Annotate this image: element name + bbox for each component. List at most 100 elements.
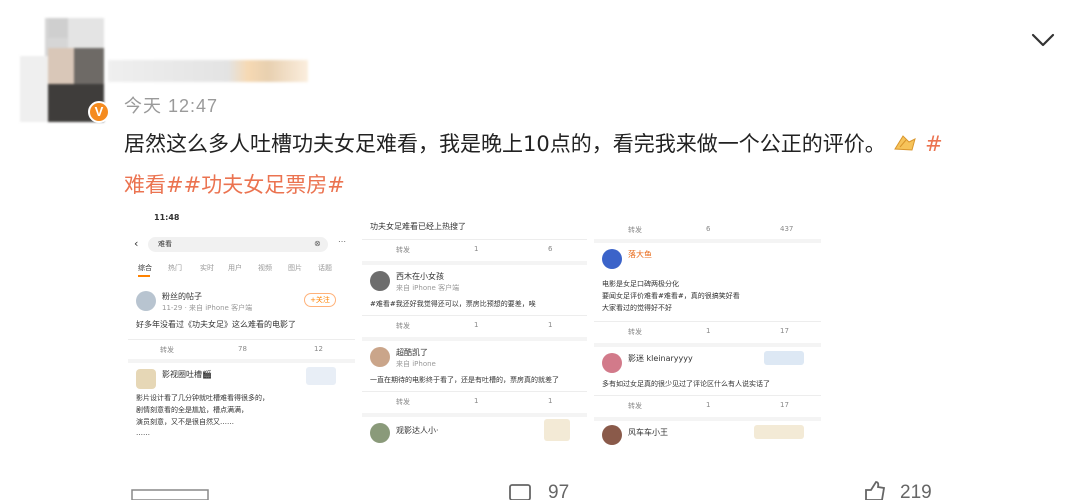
like-count[interactable]: 17: [780, 401, 789, 409]
comment-count[interactable]: 1: [474, 397, 478, 405]
user-name[interactable]: 落大鱼: [628, 249, 652, 260]
comment-card-1[interactable]: 西木在小女孩 来自 iPhone 客户端 #难看#我还好我觉得还可以，票房比预想…: [362, 265, 587, 337]
more-icon[interactable]: ⋯: [338, 237, 346, 246]
thumbnail: [306, 367, 336, 385]
post-meta: 来自 iPhone 客户端: [396, 284, 460, 292]
badge-image: [764, 351, 804, 365]
like-count[interactable]: 437: [780, 225, 793, 233]
avatar[interactable]: [602, 425, 622, 445]
user-name[interactable]: 观影达人小·: [396, 425, 439, 436]
repost-button[interactable]: 转发: [396, 321, 410, 331]
divider: [594, 321, 821, 322]
like-count[interactable]: 219: [900, 482, 932, 504]
avatar[interactable]: [370, 423, 390, 443]
comment-line-3: 大家看过的觉得好不好: [602, 304, 672, 312]
tab-indicator: [138, 275, 150, 277]
search-value: 难看: [158, 240, 172, 248]
divider: [128, 339, 355, 340]
user-name[interactable]: 西木在小女孩: [396, 271, 444, 282]
clear-icon[interactable]: ⊗: [314, 239, 321, 248]
like-count[interactable]: 17: [780, 327, 789, 335]
result-card-2[interactable]: 影视圈吐槽🎬 影片设计看了几分钟就吐槽难看得很多的， 剧情刻意看的全是尴尬，槽点…: [128, 363, 355, 445]
repost-button[interactable]: 转发: [628, 225, 642, 235]
back-icon[interactable]: ‹: [134, 237, 138, 250]
post-text-line-2: 剧情刻意看的全是尴尬，槽点满满，: [136, 406, 248, 414]
tab-5[interactable]: 图片: [288, 263, 302, 273]
comment-line-1: 电影是女足口碑两极分化: [602, 280, 679, 288]
avatar[interactable]: [602, 249, 622, 269]
comment-text: #难看#我还好我觉得还可以，票房比预想的要差，唉: [370, 300, 536, 308]
comment-line-2: 要闻女足评价难看#难看#，真的很搞笑好看: [602, 292, 740, 300]
comment-count[interactable]: 1: [474, 321, 478, 329]
comment-card-2[interactable]: 超酷凯了 来自 iPhone 一直在期待的电影终于看了，还是有吐槽的，票房真的就…: [362, 341, 587, 413]
like-count[interactable]: 1: [548, 321, 552, 329]
like-count[interactable]: 6: [548, 245, 552, 253]
tab-4[interactable]: 视频: [258, 263, 272, 273]
comment-count[interactable]: 78: [238, 345, 247, 353]
screenshot-3[interactable]: 转发 6 437 落大鱼 电影是女足口碑两极分化 要闻女足评价难看#难看#，真的…: [594, 213, 821, 445]
verified-badge-icon: V: [88, 101, 110, 123]
post-action-bar: 97 219: [0, 478, 1080, 503]
avatar[interactable]: [370, 271, 390, 291]
repost-button[interactable]: 转发: [628, 327, 642, 337]
user-name[interactable]: 粉丝的帖子: [162, 291, 202, 302]
user-name[interactable]: 风车车小王: [628, 427, 668, 438]
post-text: 居然这么多人吐槽功夫女足难看，我是晚上10点的，看完我来做一个公正的评价。 # …: [124, 124, 1054, 206]
tab-1[interactable]: 热门: [168, 263, 182, 273]
comment-card-2[interactable]: 影迷 kleinaryyyy 多有如过女足真的很少见过了评论区什么有人说实话了 …: [594, 347, 821, 417]
sticker-image: [544, 419, 570, 441]
comment-card-1[interactable]: 落大鱼 电影是女足口碑两极分化 要闻女足评价难看#难看#，真的很搞笑好看 大家看…: [594, 243, 821, 343]
action-bar: 转发 6 437: [594, 213, 821, 239]
search-input[interactable]: 难看: [148, 237, 328, 252]
post-time: 今天 12:47: [124, 96, 219, 116]
post-text-line-1: 影片设计看了几分钟就吐槽难看得很多的，: [136, 394, 269, 402]
divider: [362, 239, 587, 240]
repost-button[interactable]: 转发: [396, 397, 410, 407]
tab-3[interactable]: 用户: [228, 263, 242, 273]
badge-image: [754, 425, 804, 439]
status-time: 11:48: [154, 213, 180, 222]
tab-6[interactable]: 话题: [318, 263, 332, 273]
post-meta: 11-29 · 来自 iPhone 客户端: [162, 304, 253, 312]
avatar[interactable]: [136, 369, 156, 389]
comment-icon[interactable]: [508, 482, 532, 500]
tab-2[interactable]: 实时: [200, 263, 214, 273]
chevron-down-icon[interactable]: [1030, 30, 1056, 50]
comment-count[interactable]: 1: [706, 401, 710, 409]
comment-count[interactable]: 1: [706, 327, 710, 335]
comment-text: 一直在期待的电影终于看了，还是有吐槽的，票房真的就差了: [370, 376, 559, 384]
user-name-blurred[interactable]: [108, 60, 308, 82]
comment-count[interactable]: 6: [706, 225, 710, 233]
avatar[interactable]: [370, 347, 390, 367]
comment-count[interactable]: 97: [548, 482, 569, 504]
repost-icon[interactable]: [130, 484, 210, 500]
like-count[interactable]: 12: [314, 345, 323, 353]
divider: [594, 395, 821, 396]
hashtag-open[interactable]: #: [925, 132, 943, 156]
like-icon[interactable]: [862, 480, 888, 500]
user-name[interactable]: 影视圈吐槽🎬: [162, 369, 212, 380]
repost-button[interactable]: 转发: [396, 245, 410, 255]
user-name[interactable]: 超酷凯了: [396, 347, 428, 358]
screenshot-1[interactable]: 11:48 ‹ 难看 ⊗ ⋯ 综合 热门 实时 用户 视频 图片 话题 粉丝的帖…: [128, 213, 355, 445]
user-name[interactable]: 影迷 kleinaryyyy: [628, 353, 693, 364]
result-card-1[interactable]: 粉丝的帖子 11-29 · 来自 iPhone 客户端 +关注 好多年没看过《功…: [128, 287, 355, 359]
screenshot-2[interactable]: 功夫女足难看已经上热搜了 转发 1 6 西木在小女孩 来自 iPhone 客户端…: [362, 213, 587, 445]
comment-text: 多有如过女足真的很少见过了评论区什么有人说实话了: [602, 380, 770, 388]
search-header: 11:48 ‹ 难看 ⊗ ⋯ 综合 热门 实时 用户 视频 图片 话题: [128, 213, 355, 295]
comment-text: 功夫女足难看已经上热搜了: [370, 222, 466, 231]
tab-0[interactable]: 综合: [138, 263, 152, 273]
comment-count[interactable]: 1: [474, 245, 478, 253]
post-text-line-3: 演员刻意，又不是很自然又……: [136, 418, 234, 426]
follow-button[interactable]: +关注: [304, 293, 336, 307]
repost-button[interactable]: 转发: [160, 345, 174, 355]
comment-card-3[interactable]: 风车车小王: [594, 421, 821, 445]
like-count[interactable]: 1: [548, 397, 552, 405]
repost-button[interactable]: 转发: [628, 401, 642, 411]
divider: [362, 315, 587, 316]
comment-card-3[interactable]: 观影达人小·: [362, 417, 587, 445]
avatar[interactable]: [136, 291, 156, 311]
avatar[interactable]: [602, 353, 622, 373]
hashtag-links[interactable]: 难看##功夫女足票房#: [124, 173, 345, 197]
comment-card-0[interactable]: 功夫女足难看已经上热搜了 转发 1 6: [362, 213, 587, 261]
